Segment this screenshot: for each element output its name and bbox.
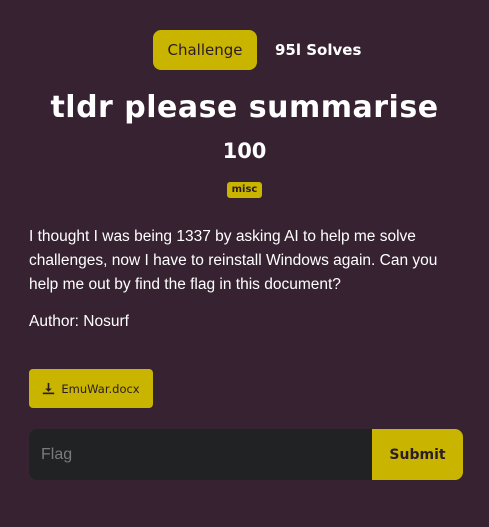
challenge-author: Author: Nosurf: [29, 313, 129, 330]
challenge-description: I thought I was being 1337 by asking AI …: [29, 228, 438, 293]
tab-challenge[interactable]: Challenge: [153, 30, 257, 70]
submit-button[interactable]: Submit: [372, 429, 463, 480]
challenge-title: tldr please summarise: [50, 90, 439, 125]
download-icon: [43, 382, 55, 395]
challenge-points: 100: [222, 139, 267, 163]
challenge-tabs: Challenge 95l Solves: [0, 30, 489, 70]
flag-input[interactable]: [29, 429, 372, 480]
flag-submit-form: Submit: [29, 429, 463, 480]
download-file-button[interactable]: EmuWar.docx: [29, 369, 153, 408]
tag-list: misc: [0, 182, 489, 198]
tab-challenge-label: Challenge: [167, 41, 243, 59]
file-name: EmuWar.docx: [61, 381, 140, 396]
tab-solves-label: 95l Solves: [275, 41, 362, 59]
tab-solves[interactable]: 95l Solves: [275, 41, 371, 59]
category-tag: misc: [226, 182, 263, 198]
